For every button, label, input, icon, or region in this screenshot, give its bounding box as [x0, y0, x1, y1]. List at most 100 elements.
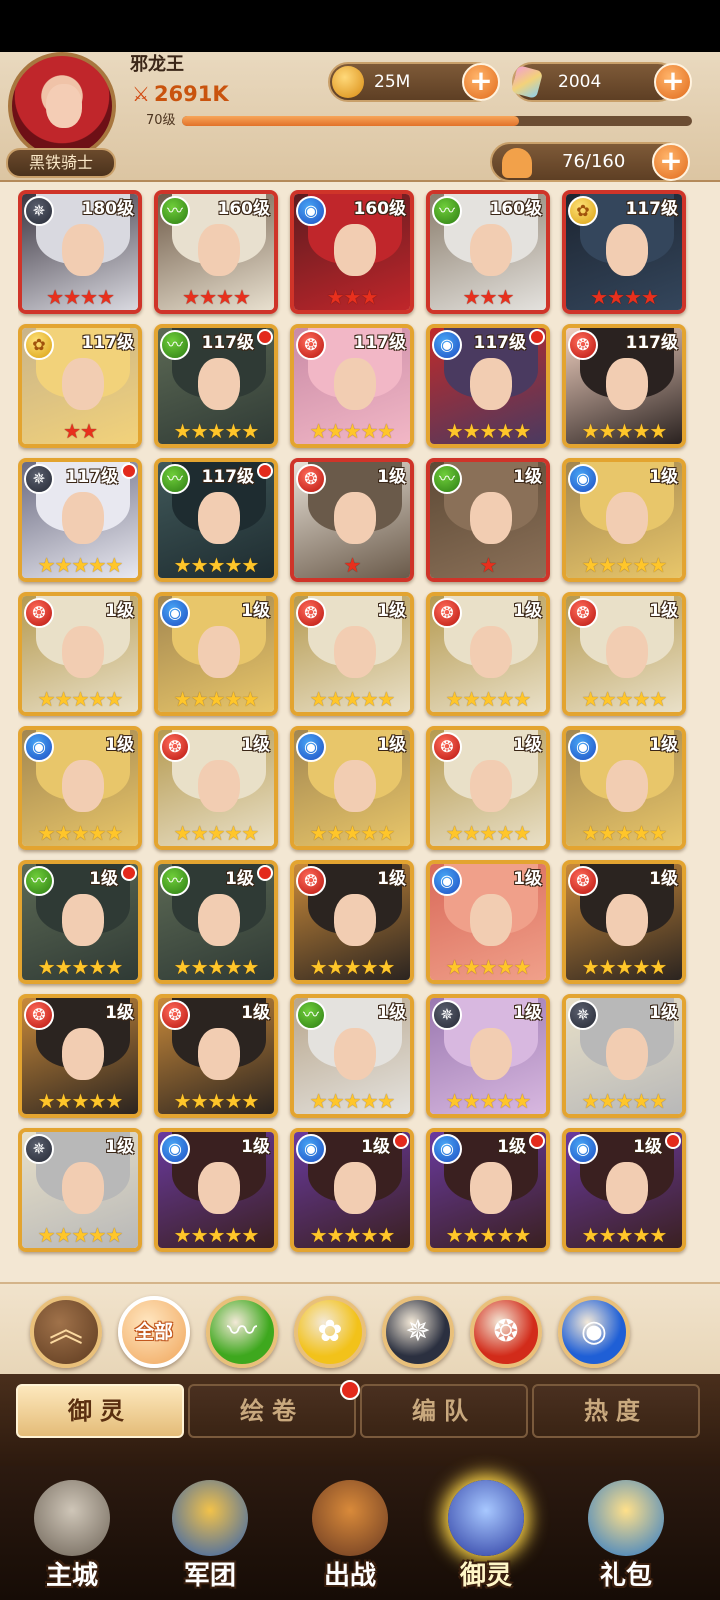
- hero-card[interactable]: ❂ 1级 ★★★★★: [426, 726, 550, 850]
- player-avatar[interactable]: [8, 52, 116, 160]
- hero-card[interactable]: ❂ 117级 ★★★★★: [562, 324, 686, 448]
- expand-capacity-button[interactable]: +: [652, 143, 690, 181]
- hero-card[interactable]: ❂ 1级 ★★★★★: [18, 994, 142, 1118]
- hero-face: [62, 1162, 104, 1214]
- tab-formation[interactable]: 编队: [360, 1384, 528, 1438]
- hero-card[interactable]: 〰 160级 ★★★★: [154, 190, 278, 314]
- tab-scrolls[interactable]: 绘卷: [188, 1380, 360, 1438]
- hero-card[interactable]: 〰 1级 ★★★★★: [290, 994, 414, 1118]
- gold-element-icon: ✿: [568, 196, 598, 226]
- hero-card[interactable]: ❂ 1级 ★★★★★: [154, 994, 278, 1118]
- nav-battle[interactable]: 出战: [290, 1466, 410, 1600]
- star-icon: ★: [649, 1089, 667, 1113]
- notification-dot: [529, 1133, 545, 1149]
- hero-card[interactable]: ◉ 1级 ★★★★★: [562, 458, 686, 582]
- star-icon: ★: [173, 821, 192, 845]
- hero-card[interactable]: ❂ 117级 ★★★★★: [290, 324, 414, 448]
- filter-dark-button[interactable]: ✵: [382, 1296, 454, 1368]
- hero-level: 1级: [377, 601, 406, 621]
- hero-card[interactable]: ◉ 1级 ★★★★★: [290, 1128, 414, 1252]
- hero-face: [470, 1162, 512, 1214]
- hero-level: 117级: [81, 333, 135, 353]
- hero-face: [198, 1162, 240, 1214]
- hero-card[interactable]: ◉ 1级 ★★★★★: [154, 592, 278, 716]
- hero-card[interactable]: ✿ 117级 ★★★★: [562, 190, 686, 314]
- tab-heroes[interactable]: 御灵: [16, 1384, 184, 1438]
- notification-dot: [257, 865, 273, 881]
- hero-card[interactable]: ❂ 1级 ★: [290, 458, 414, 582]
- hero-card[interactable]: ✵ 180级 ★★★★: [18, 190, 142, 314]
- filter-gold-button[interactable]: ✿: [294, 1296, 366, 1368]
- hero-level: 1级: [377, 467, 406, 487]
- combat-power-value: 2691K: [153, 82, 229, 106]
- star-icon: ★: [37, 553, 56, 577]
- hero-card[interactable]: ◉ 1级 ★★★★★: [562, 726, 686, 850]
- star-icon: ★: [224, 687, 242, 711]
- star-icon: ★: [462, 687, 481, 711]
- hero-card[interactable]: ❂ 1级 ★★★★★: [290, 592, 414, 716]
- star-icon: ★: [173, 1089, 192, 1113]
- star-icon: ★: [224, 821, 242, 845]
- hero-card[interactable]: ✵ 1级 ★★★★★: [426, 994, 550, 1118]
- hero-card[interactable]: ❂ 1级 ★★★★★: [154, 726, 278, 850]
- hero-card[interactable]: 〰 1级 ★: [426, 458, 550, 582]
- hero-star-rating: ★★★★★: [430, 956, 546, 978]
- hero-card[interactable]: ◉ 117级 ★★★★★: [426, 324, 550, 448]
- xp-bar-fill: [182, 116, 519, 126]
- filter-all-button[interactable]: 全部: [118, 1296, 190, 1368]
- star-icon: ★: [343, 1089, 362, 1113]
- star-icon: ★: [640, 285, 659, 309]
- add-gems-button[interactable]: +: [654, 63, 692, 101]
- hero-card[interactable]: ❂ 1级 ★★★★★: [18, 592, 142, 716]
- star-icon: ★: [462, 1223, 481, 1247]
- hero-card[interactable]: ◉ 1级 ★★★★★: [426, 1128, 550, 1252]
- hero-card[interactable]: ◉ 1级 ★★★★★: [426, 860, 550, 984]
- nav-main-city[interactable]: 主城: [12, 1466, 132, 1600]
- filter-wood-button[interactable]: 〰: [206, 1296, 278, 1368]
- nav-heroes[interactable]: 御灵: [426, 1466, 546, 1600]
- star-icon: ★: [581, 1223, 600, 1247]
- hero-card[interactable]: ◉ 1级 ★★★★★: [562, 1128, 686, 1252]
- tab-popularity[interactable]: 热度: [532, 1384, 700, 1438]
- star-icon: ★: [207, 821, 226, 845]
- hero-card[interactable]: ✵ 117级 ★★★★★: [18, 458, 142, 582]
- hero-card[interactable]: ✵ 1级 ★★★★★: [562, 994, 686, 1118]
- hero-card[interactable]: ◉ 1级 ★★★★★: [290, 726, 414, 850]
- fire-element-icon: ❂: [296, 866, 326, 896]
- nav-gift-pack[interactable]: 礼包: [566, 1466, 686, 1600]
- hero-card[interactable]: 〰 117级 ★★★★★: [154, 324, 278, 448]
- filter-fire-button[interactable]: ❂: [470, 1296, 542, 1368]
- hero-card[interactable]: 〰 117级 ★★★★★: [154, 458, 278, 582]
- star-icon: ★: [496, 1223, 514, 1247]
- hero-card[interactable]: ◉ 1级 ★★★★★: [18, 726, 142, 850]
- filter-water-button[interactable]: ◉: [558, 1296, 630, 1368]
- hero-star-rating: ★★: [22, 420, 138, 442]
- hero-card[interactable]: 〰 160级 ★★★: [426, 190, 550, 314]
- hero-card[interactable]: ❂ 1级 ★★★★★: [426, 592, 550, 716]
- star-icon: ★: [190, 955, 209, 979]
- bottom-navigation: 主城 军团 出战 御灵 礼包: [0, 1466, 720, 1600]
- hero-face: [334, 358, 376, 410]
- hero-card[interactable]: ❂ 1级 ★★★★★: [290, 860, 414, 984]
- collapse-button[interactable]: ︽: [30, 1296, 102, 1368]
- hero-card[interactable]: 〰 1级 ★★★★★: [154, 860, 278, 984]
- hero-card[interactable]: ❂ 1级 ★★★★★: [562, 860, 686, 984]
- star-icon: ★: [445, 1223, 464, 1247]
- fire-element-icon: ❂: [568, 598, 598, 628]
- nav-legion[interactable]: 军团: [150, 1466, 270, 1600]
- hero-card[interactable]: 〰 1级 ★★★★★: [18, 860, 142, 984]
- hero-card[interactable]: ✿ 117级 ★★: [18, 324, 142, 448]
- fire-element-icon: ❂: [160, 1000, 190, 1030]
- star-icon: ★: [37, 1089, 56, 1113]
- hero-card[interactable]: ✵ 1级 ★★★★★: [18, 1128, 142, 1252]
- star-icon: ★: [445, 419, 464, 443]
- hero-star-rating: ★★★★★: [22, 1224, 138, 1246]
- hero-card[interactable]: ◉ 1级 ★★★★★: [154, 1128, 278, 1252]
- hero-face: [470, 626, 512, 678]
- hero-card[interactable]: ❂ 1级 ★★★★★: [562, 592, 686, 716]
- hero-card[interactable]: ◉ 160级 ★★★: [290, 190, 414, 314]
- tab-formation-label: 编队: [412, 1397, 476, 1425]
- add-gold-button[interactable]: +: [462, 63, 500, 101]
- star-icon: ★: [207, 553, 226, 577]
- hero-level: 1级: [241, 735, 270, 755]
